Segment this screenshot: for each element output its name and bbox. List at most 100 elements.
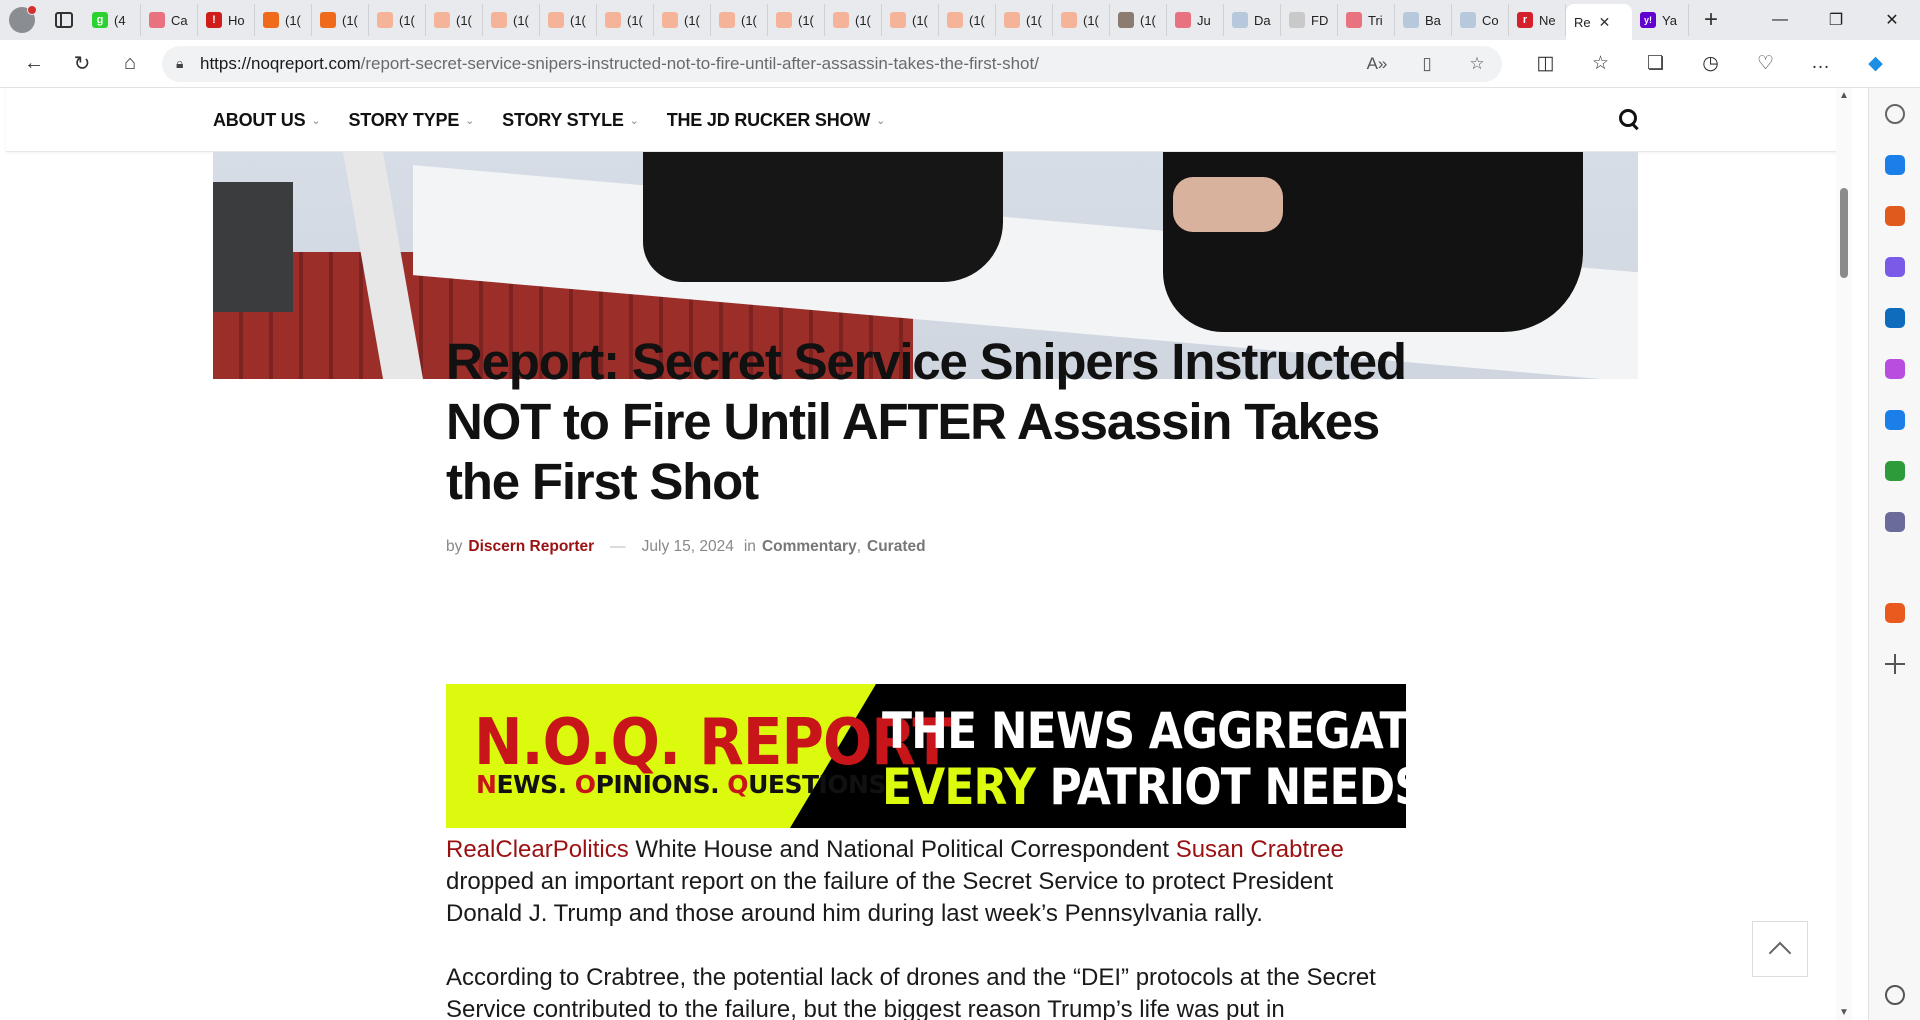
browser-tab[interactable]: (1( (597, 4, 654, 36)
url-text[interactable]: https://noqreport.com/report-secret-serv… (200, 54, 1352, 74)
browser-tab[interactable]: (1( (825, 4, 882, 36)
split-screen-icon[interactable]: ◫ (1518, 52, 1573, 75)
add-icon[interactable] (1869, 638, 1920, 689)
add-icon-glyph (1885, 653, 1905, 674)
browser-tab[interactable]: FD (1281, 4, 1338, 36)
copilot-icon[interactable] (1869, 241, 1920, 292)
read-aloud-icon[interactable]: A» (1352, 54, 1402, 74)
meta-dash: — (610, 538, 626, 555)
browser-tab[interactable]: y! Ya (1632, 4, 1689, 36)
browser-tab[interactable]: (1( (1110, 4, 1167, 36)
browser-tab[interactable]: Ba (1395, 4, 1452, 36)
back-button[interactable]: ← (10, 44, 58, 84)
browser-tab[interactable]: r Ne (1509, 4, 1566, 36)
immersive-reader-icon[interactable]: ▯ (1402, 54, 1452, 74)
article-body: RealClearPolitics White House and Nation… (446, 834, 1406, 1020)
tab-favicon-icon (776, 12, 792, 28)
tab-label: (1( (912, 12, 928, 28)
meta-comma: , (856, 538, 861, 555)
refresh-button[interactable]: ↻ (58, 44, 106, 84)
link-susan-crabtree[interactable]: Susan Crabtree (1176, 836, 1344, 863)
category-link-commentary[interactable]: Commentary (762, 538, 857, 555)
tree-icon[interactable] (1869, 445, 1920, 496)
settings-icon[interactable] (1869, 969, 1920, 1020)
browser-tab[interactable]: Ca (141, 4, 198, 36)
collections-icon[interactable]: ❏ (1628, 52, 1683, 75)
back-to-top-button[interactable] (1752, 921, 1808, 977)
designer-icon[interactable] (1869, 343, 1920, 394)
browser-tab[interactable]: Da (1224, 4, 1281, 36)
browser-tab[interactable]: Co (1452, 4, 1509, 36)
browser-tab[interactable]: (1( (1053, 4, 1110, 36)
new-tab-button[interactable]: + (1689, 6, 1733, 34)
browser-tab[interactable]: (1( (768, 4, 825, 36)
nav-item[interactable]: STORY STYLE ⌄ (502, 110, 639, 131)
browser-tab[interactable]: ! Ho (198, 4, 255, 36)
browser-tab[interactable]: g (4 (84, 4, 141, 36)
close-tab-icon[interactable]: ✕ (1599, 14, 1611, 31)
tab-favicon-icon (1403, 12, 1419, 28)
tab-favicon-icon (320, 12, 336, 28)
restore-button[interactable]: ❐ (1808, 0, 1864, 40)
browser-tab[interactable]: (1( (540, 4, 597, 36)
address-bar[interactable]: 🔒︎ https://noqreport.com/report-secret-s… (162, 45, 1502, 82)
nav-item[interactable]: ABOUT US ⌄ (213, 110, 321, 131)
close-window-button[interactable]: ✕ (1864, 0, 1920, 40)
more-menu-icon[interactable]: … (1793, 52, 1848, 75)
copilot-icon[interactable]: ◆ (1848, 52, 1903, 75)
category-link-curated[interactable]: Curated (867, 538, 926, 556)
tab-favicon-icon (947, 12, 963, 28)
scroll-up-arrow-icon[interactable]: ▲ (1839, 90, 1849, 101)
browser-tab[interactable]: (1( (882, 4, 939, 36)
nav-item[interactable]: THE JD RUCKER SHOW ⌄ (667, 110, 886, 131)
page-scrollbar[interactable]: ▲ ▼ (1836, 88, 1852, 1020)
tab-favicon-icon (1460, 12, 1476, 28)
bookmark-icon[interactable] (1869, 587, 1920, 638)
hero-equipment (213, 182, 293, 312)
favorites-icon[interactable]: ☆ (1573, 52, 1628, 75)
lock-icon[interactable]: 🔒︎ (176, 55, 200, 72)
browser-tab[interactable]: (1( (369, 4, 426, 36)
history-icon[interactable]: ◷ (1683, 52, 1738, 75)
scrollbar-thumb[interactable] (1840, 188, 1848, 278)
tab-favicon-icon: r (1517, 12, 1533, 28)
browser-tab[interactable]: (1( (483, 4, 540, 36)
tab-favicon-icon (833, 12, 849, 28)
link-realclearpolitics[interactable]: RealClearPolitics (446, 836, 629, 863)
browser-tab[interactable]: Ju (1167, 4, 1224, 36)
browser-tab[interactable]: (1( (312, 4, 369, 36)
browser-tab[interactable]: (1( (939, 4, 996, 36)
browser-tab[interactable]: (1( (711, 4, 768, 36)
author-link[interactable]: Discern Reporter (468, 538, 594, 556)
outlook-icon[interactable] (1869, 292, 1920, 343)
browser-tab[interactable]: Tri (1338, 4, 1395, 36)
search-icon[interactable] (1869, 88, 1920, 139)
briefcase-icon[interactable] (1869, 190, 1920, 241)
games-icon[interactable] (1869, 496, 1920, 547)
home-button[interactable]: ⌂ (106, 44, 154, 84)
search-icon[interactable] (1618, 108, 1640, 130)
browser-tab[interactable]: (1( (654, 4, 711, 36)
noq-report-banner[interactable]: N.O.Q. REPORT NEWS. OPINIONS. QUESTIONS.… (446, 684, 1406, 828)
send-icon-glyph (1885, 409, 1905, 430)
send-icon[interactable] (1869, 394, 1920, 445)
browser-tab[interactable]: (1( (255, 4, 312, 36)
performance-icon[interactable]: ♡ (1738, 52, 1793, 75)
active-browser-tab[interactable]: Re ✕ (1566, 4, 1632, 40)
tab-label: Ne (1539, 12, 1556, 28)
tab-label: (1( (342, 12, 358, 28)
scroll-down-arrow-icon[interactable]: ▼ (1839, 1007, 1849, 1018)
favorite-star-icon[interactable]: ☆ (1452, 54, 1502, 74)
tab-favicon-icon: g (92, 12, 108, 28)
banner-line-1: THE NEWS AGGREGATOR (882, 702, 1406, 760)
minimize-button[interactable]: — (1752, 0, 1808, 40)
browser-tab[interactable]: (1( (996, 4, 1053, 36)
settings-icon-glyph (1885, 984, 1905, 1005)
nav-item[interactable]: STORY TYPE ⌄ (348, 110, 474, 131)
tab-favicon-icon (605, 12, 621, 28)
browser-tab[interactable]: (1( (426, 4, 483, 36)
profile-button[interactable] (0, 0, 44, 40)
tag-icon[interactable] (1869, 139, 1920, 190)
tab-actions-button[interactable] (44, 0, 84, 40)
tab-favicon-icon (1061, 12, 1077, 28)
